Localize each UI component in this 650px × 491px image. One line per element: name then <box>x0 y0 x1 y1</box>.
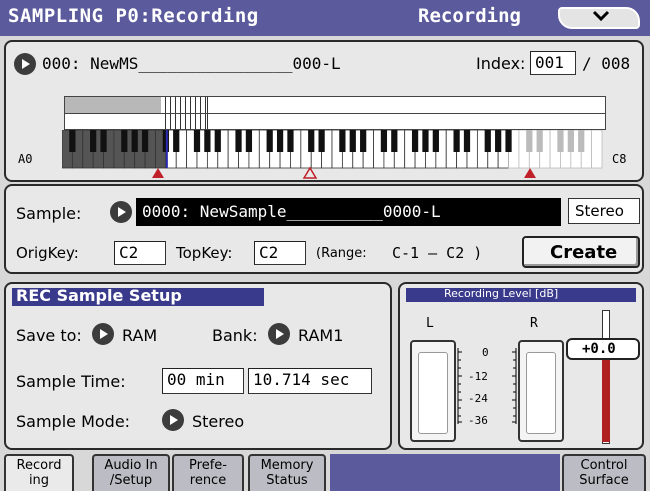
sample-time-min-field[interactable]: 00 min <box>162 368 244 394</box>
level-fader-fill <box>602 360 610 442</box>
rec-setup-title: REC Sample Setup <box>16 286 182 305</box>
multisample-panel: 000: NewMS________________000-L Index: 0… <box>4 40 644 182</box>
sample-time-sec-field[interactable]: 10.714 sec <box>248 368 372 394</box>
sampling-screen: SAMPLING P0:Recording Recording 000: New… <box>0 0 650 491</box>
scale-24: -24 <box>468 392 488 405</box>
tab-control-surface[interactable]: Control Surface <box>562 454 646 491</box>
key-high-label: C8 <box>612 152 627 166</box>
page-subtitle: Recording <box>418 5 521 27</box>
bank-select-button[interactable] <box>268 323 290 345</box>
rec-sample-setup-panel: REC Sample Setup Save to: RAM Bank: RAM1… <box>4 282 392 450</box>
multisample-select-button[interactable] <box>14 53 36 75</box>
orig-key-field[interactable]: C2 <box>114 241 166 265</box>
index-label: Index: <box>476 54 526 73</box>
multisample-name: 000: NewMS________________000-L <box>42 54 341 73</box>
index-field[interactable]: 001 <box>530 51 576 75</box>
chevron-down-icon <box>592 8 610 27</box>
meter-right <box>518 340 564 442</box>
recording-level-panel: Recording Level [dB] L R 0 -12 -24 -36 +… <box>398 282 644 450</box>
save-to-value: RAM <box>122 326 158 345</box>
scale-12: -12 <box>468 370 488 383</box>
meter-left-label: L <box>426 316 434 331</box>
tab-audio-in-setup[interactable]: Audio In/Setup <box>92 454 170 491</box>
rec-level-title: Recording Level [dB] <box>444 287 559 300</box>
save-to-label: Save to: <box>16 326 82 345</box>
keyboard[interactable] <box>62 130 612 170</box>
sample-mode-value: Stereo <box>192 412 245 431</box>
meter-left <box>410 340 456 442</box>
page-title: SAMPLING P0:Recording <box>8 5 259 27</box>
range-value: C-1 – C2 ) <box>392 244 483 262</box>
create-button[interactable]: Create <box>522 236 640 268</box>
tab-bar-fill <box>330 454 560 491</box>
key-low-label: A0 <box>18 152 33 166</box>
sample-select-button[interactable] <box>110 201 132 223</box>
meter-right-label: R <box>530 316 538 331</box>
key-range-markers <box>152 166 536 179</box>
sample-name-field[interactable]: 0000: NewSample__________0000-L <box>136 198 561 226</box>
sample-time-label: Sample Time: <box>16 372 126 391</box>
stereo-badge: Stereo <box>568 198 640 224</box>
bank-value: RAM1 <box>298 326 344 345</box>
index-total: / 008 <box>582 54 631 73</box>
scale-36: -36 <box>468 414 488 427</box>
title-bar: SAMPLING P0:Recording Recording <box>0 0 650 36</box>
range-label: (Range: <box>316 246 367 261</box>
scale-0: 0 <box>482 346 489 359</box>
orig-key-label: OrigKey: <box>16 244 79 262</box>
tab-recording[interactable]: Record ing <box>4 454 74 491</box>
sample-mode-select-button[interactable] <box>162 409 184 431</box>
bank-label: Bank: <box>212 326 258 345</box>
sample-index-bar[interactable] <box>64 96 606 130</box>
sample-panel: Sample: 0000: NewSample__________0000-L … <box>4 184 644 274</box>
tab-preference[interactable]: Prefe-rence <box>172 454 244 491</box>
sample-mode-label: Sample Mode: <box>16 412 131 431</box>
top-key-label: TopKey: <box>176 244 233 262</box>
sample-label: Sample: <box>16 204 82 223</box>
save-to-select-button[interactable] <box>92 323 114 345</box>
tab-memory-status[interactable]: Memory Status <box>248 454 326 491</box>
level-fader-knob[interactable]: +0.0 <box>566 338 640 360</box>
top-key-field[interactable]: C2 <box>254 241 306 265</box>
page-menu-button[interactable] <box>558 7 640 29</box>
